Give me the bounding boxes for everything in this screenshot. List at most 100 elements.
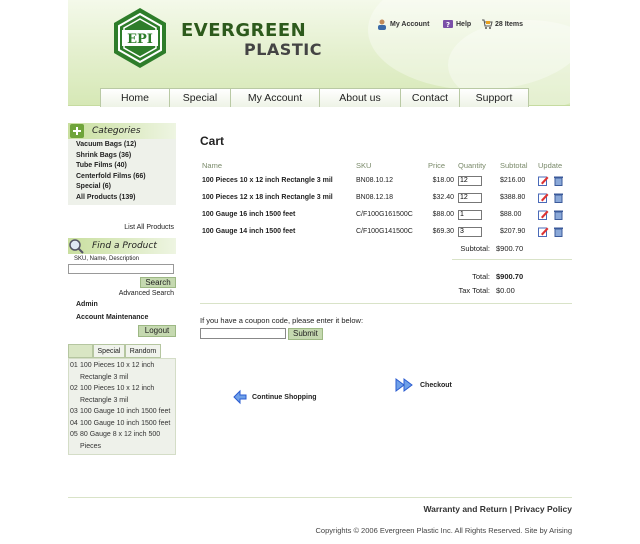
my-account-link[interactable]: My Account — [376, 18, 429, 30]
category-vacuum-bags[interactable]: Vacuum Bags (12) — [76, 140, 176, 151]
tab-new[interactable]: New — [68, 344, 93, 358]
table-header-row: Name SKU Price Quantity Subtotal Update — [200, 158, 572, 172]
privacy-link[interactable]: Privacy Policy — [514, 504, 572, 514]
col-name: Name — [202, 160, 223, 170]
list-item[interactable]: 02 100 Pieces 10 x 12 inch Rectangle 3 m… — [69, 383, 175, 406]
page-title: Cart — [200, 134, 225, 148]
svg-text:EPI: EPI — [127, 32, 153, 47]
category-centerfold-films[interactable]: Centerfold Films (66) — [76, 172, 176, 183]
sidebar: Categories Vacuum Bags (12) Shrink Bags … — [68, 123, 176, 455]
total-row: Total: $900.70 — [200, 270, 572, 284]
trash-icon[interactable] — [553, 175, 564, 186]
footer-separator: | — [509, 504, 512, 514]
cell-name[interactable]: 100 Pieces 12 x 18 inch Rectangle 3 mil — [200, 189, 354, 206]
find-product-title: Find a Product — [92, 241, 157, 251]
back-arrow-icon — [233, 389, 247, 405]
subtotal-value: $900.70 — [496, 244, 524, 253]
item-label: 100 Gauge 10 inch 1500 feet — [80, 408, 171, 415]
continue-shopping-label: Continue Shopping — [252, 393, 317, 401]
trash-icon[interactable] — [553, 226, 564, 237]
svg-text:?: ? — [446, 21, 450, 29]
tab-special[interactable]: Special — [93, 344, 125, 358]
logout-button[interactable]: Logout — [138, 325, 176, 337]
checkout-link[interactable]: Checkout — [394, 377, 452, 393]
cell-subtotal: $88.00 — [500, 211, 522, 218]
search-caption: SKU, Name, Description — [74, 256, 140, 262]
tab-random[interactable]: Random — [125, 344, 161, 358]
cell-price: $18.00 — [432, 177, 454, 184]
my-account-label: My Account — [390, 20, 430, 28]
submit-button[interactable]: Submit — [288, 328, 323, 340]
list-item[interactable]: 05 80 Gauge 8 x 12 inch 500 Pieces — [69, 429, 175, 452]
user-icon — [378, 19, 386, 30]
subtotal-row: Subtotal: $900.70 — [200, 242, 572, 256]
cell-sku: BN08.12.18 — [356, 194, 393, 201]
list-item[interactable]: 04 100 Gauge 10 inch 1500 feet — [69, 418, 175, 430]
main-content: Cart Name SKU Price Quantity Subtotal Up… — [200, 128, 572, 340]
cell-subtotal: $207.90 — [500, 228, 526, 235]
edit-icon[interactable] — [538, 192, 549, 203]
item-label: 100 Pieces 10 x 12 inch Rectangle 3 mil — [80, 362, 155, 381]
cell-name[interactable]: 100 Gauge 16 inch 1500 feet — [200, 206, 354, 223]
quantity-input[interactable] — [458, 192, 482, 203]
nav-contact[interactable]: Contact — [400, 88, 460, 107]
search-input[interactable] — [68, 264, 174, 274]
account-maintenance-link[interactable]: Account Maintenance — [68, 312, 176, 325]
admin-link[interactable]: Admin — [68, 299, 176, 312]
cell-price: $69.30 — [432, 228, 454, 235]
category-tube-films[interactable]: Tube Films (40) — [76, 161, 176, 172]
continue-shopping-link[interactable]: Continue Shopping — [232, 389, 317, 405]
quantity-input[interactable] — [458, 226, 482, 237]
col-price: Price — [428, 160, 446, 170]
cell-name[interactable]: 100 Gauge 14 inch 1500 feet — [200, 223, 354, 240]
total-value: $900.70 — [496, 272, 524, 281]
advanced-search-link[interactable]: Advanced Search — [68, 288, 176, 299]
category-all-products[interactable]: All Products (139) — [76, 193, 176, 204]
nav-home[interactable]: Home — [100, 88, 170, 107]
table-row: 100 Gauge 14 inch 1500 feet C/F100G14150… — [200, 223, 572, 240]
tax-label: Tax Total: — [458, 286, 490, 295]
table-row: 100 Pieces 10 x 12 inch Rectangle 3 mil … — [200, 172, 572, 189]
help-link[interactable]: ? Help — [442, 18, 471, 30]
cell-sku: BN08.10.12 — [356, 177, 393, 184]
quantity-input[interactable] — [458, 175, 482, 186]
logo-icon[interactable]: EPI — [108, 6, 172, 70]
coupon-input[interactable] — [200, 328, 286, 339]
search-button[interactable]: Search — [140, 277, 176, 288]
list-item[interactable]: 01 100 Pieces 10 x 12 inch Rectangle 3 m… — [69, 360, 175, 383]
nav-my-account[interactable]: My Account — [230, 88, 320, 107]
cart-link[interactable]: 28 Items — [481, 18, 523, 30]
col-sku: SKU — [356, 160, 372, 170]
coupon-row: Submit — [200, 328, 572, 340]
list-item[interactable]: 03 100 Gauge 10 inch 1500 feet — [69, 406, 175, 418]
cell-subtotal: $388.80 — [500, 194, 526, 201]
magnifier-icon — [69, 239, 84, 254]
divider — [200, 303, 572, 304]
nav-about-us[interactable]: About us — [319, 88, 401, 107]
quantity-input[interactable] — [458, 209, 482, 220]
nav-special[interactable]: Special — [169, 88, 231, 107]
category-special[interactable]: Special (6) — [76, 182, 176, 193]
nav-support[interactable]: Support — [459, 88, 529, 107]
edit-icon[interactable] — [538, 209, 549, 220]
new-products-list: 01 100 Pieces 10 x 12 inch Rectangle 3 m… — [68, 358, 176, 455]
trash-icon[interactable] — [553, 192, 564, 203]
item-label: 100 Pieces 10 x 12 inch Rectangle 3 mil — [80, 385, 155, 404]
item-number: 05 — [70, 431, 78, 438]
edit-icon[interactable] — [538, 226, 549, 237]
cart-table: Name SKU Price Quantity Subtotal Update … — [200, 158, 572, 240]
item-number: 02 — [70, 385, 78, 392]
item-number: 04 — [70, 419, 78, 427]
category-list: Vacuum Bags (12) Shrink Bags (36) Tube F… — [68, 139, 176, 205]
trash-icon[interactable] — [553, 209, 564, 220]
cell-name[interactable]: 100 Pieces 10 x 12 inch Rectangle 3 mil — [200, 172, 354, 189]
warranty-link[interactable]: Warranty and Return — [423, 504, 507, 514]
find-product-header: Find a Product — [68, 238, 176, 254]
list-all-products-link[interactable]: List All Products — [68, 221, 176, 234]
category-shrink-bags[interactable]: Shrink Bags (36) — [76, 151, 176, 162]
footer-links: Warranty and Return | Privacy Policy — [423, 504, 572, 514]
edit-icon[interactable] — [538, 175, 549, 186]
help-label: Help — [456, 20, 472, 28]
product-tabs: New Special Random — [68, 344, 176, 358]
cell-subtotal: $216.00 — [500, 177, 526, 184]
